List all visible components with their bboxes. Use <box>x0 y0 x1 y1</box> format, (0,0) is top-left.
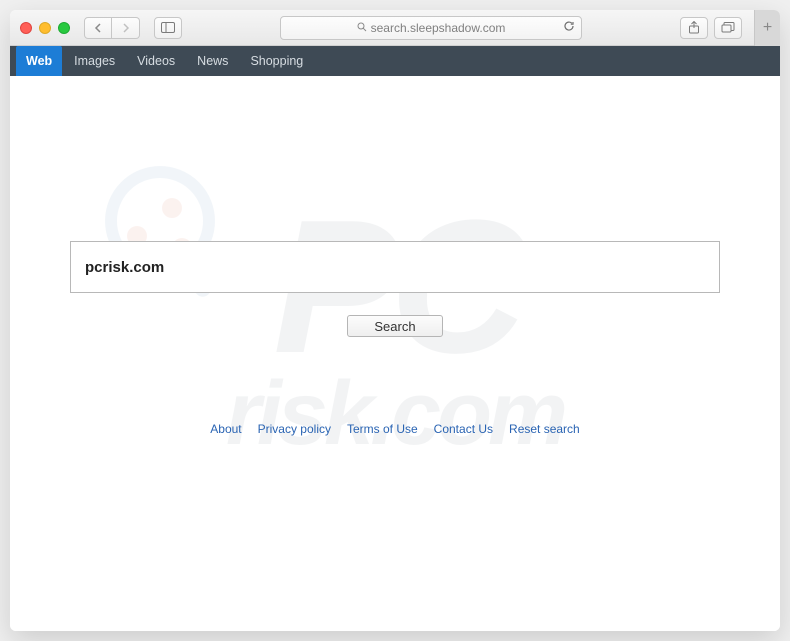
category-bar: Web Images Videos News Shopping <box>10 46 780 76</box>
address-text: search.sleepshadow.com <box>371 21 506 35</box>
footer-link-about[interactable]: About <box>210 422 241 436</box>
watermark-text: risk.com <box>226 363 564 466</box>
tab-news[interactable]: News <box>187 46 238 76</box>
tab-label: News <box>197 54 228 68</box>
sidebar-button[interactable] <box>154 17 182 39</box>
page-content: Web Images Videos News Shopping PC risk.… <box>10 46 780 631</box>
forward-button[interactable] <box>112 17 140 39</box>
tab-shopping[interactable]: Shopping <box>240 46 313 76</box>
search-icon <box>357 21 367 35</box>
footer-links: About Privacy policy Terms of Use Contac… <box>10 422 780 436</box>
chevron-right-icon <box>122 23 130 33</box>
tab-web[interactable]: Web <box>16 46 62 76</box>
plus-icon: + <box>763 19 772 37</box>
tab-label: Web <box>26 54 52 68</box>
tab-label: Images <box>74 54 115 68</box>
titlebar: search.sleepshadow.com + <box>10 10 780 46</box>
chevron-left-icon <box>94 23 102 33</box>
window-controls <box>20 22 70 34</box>
back-button[interactable] <box>84 17 112 39</box>
footer-link-reset-search[interactable]: Reset search <box>509 422 580 436</box>
minimize-icon[interactable] <box>39 22 51 34</box>
nav-buttons <box>84 17 140 39</box>
tabs-icon <box>721 22 735 34</box>
maximize-icon[interactable] <box>58 22 70 34</box>
reload-button[interactable] <box>563 20 575 35</box>
share-icon <box>688 21 700 34</box>
tab-label: Shopping <box>250 54 303 68</box>
search-area: Search <box>70 241 720 337</box>
share-button[interactable] <box>680 17 708 39</box>
toolbar-right <box>680 17 742 39</box>
footer-link-terms[interactable]: Terms of Use <box>347 422 418 436</box>
tab-images[interactable]: Images <box>64 46 125 76</box>
close-icon[interactable] <box>20 22 32 34</box>
footer-link-contact[interactable]: Contact Us <box>434 422 493 436</box>
new-tab-button[interactable]: + <box>754 10 780 46</box>
tab-label: Videos <box>137 54 175 68</box>
browser-window: search.sleepshadow.com + <box>10 10 780 631</box>
footer-link-privacy[interactable]: Privacy policy <box>258 422 331 436</box>
search-input[interactable] <box>70 241 720 293</box>
tabs-button[interactable] <box>714 17 742 39</box>
reload-icon <box>563 20 575 32</box>
watermark: PC risk.com <box>50 106 740 571</box>
sidebar-icon <box>161 22 175 33</box>
tab-videos[interactable]: Videos <box>127 46 185 76</box>
search-button[interactable]: Search <box>347 315 443 337</box>
address-bar[interactable]: search.sleepshadow.com <box>280 16 582 40</box>
